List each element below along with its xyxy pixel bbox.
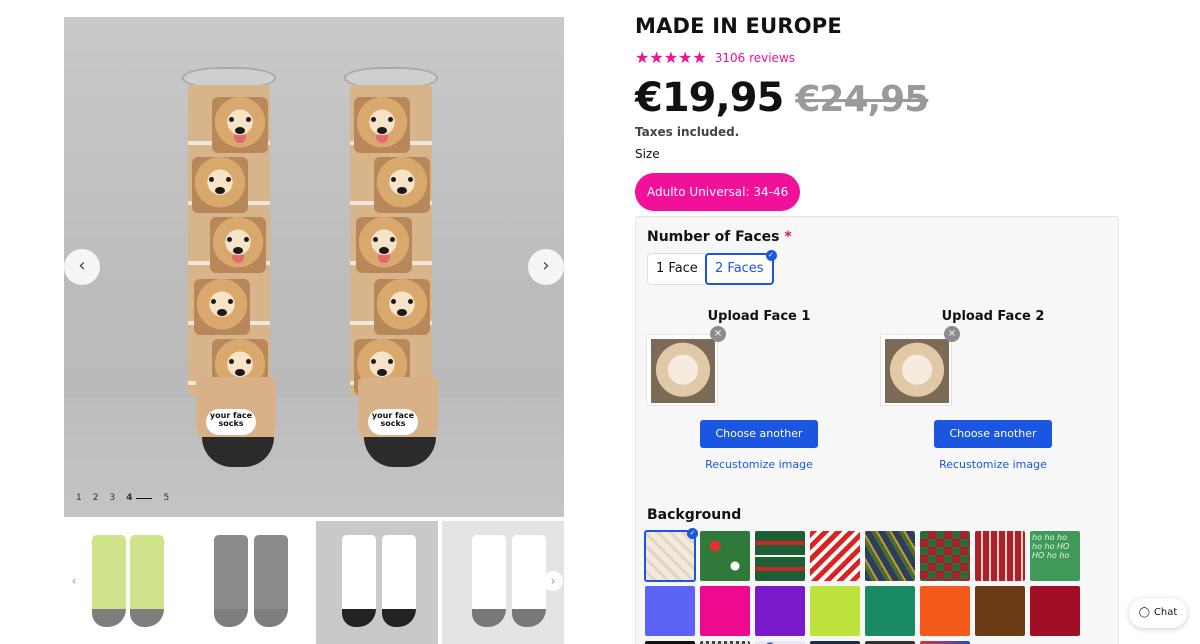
dog-face [192,157,248,213]
dog-face [374,279,430,335]
swatch-red-chevron[interactable] [810,531,860,581]
swatch-purple[interactable] [755,586,805,636]
swatch-orange[interactable] [920,586,970,636]
product-main-image: your face socks your face socks [64,17,564,517]
remove-icon[interactable]: × [944,326,960,342]
price-row: €19,95 €24,95 [635,75,1119,121]
upload-face-1: Upload Face 1 × Choose another image Rec… [646,309,872,471]
gallery-page-3[interactable]: 3 [109,493,115,503]
choose-another-image-button-2[interactable]: Choose another image [934,420,1052,468]
dog-face [212,97,268,153]
thumbnail-3[interactable] [316,521,438,644]
taxes-note: Taxes included. [635,125,740,139]
customizer-panel: Number of Faces * 1 Face 2 Faces ✓ Uploa… [635,216,1119,644]
swatch-pink[interactable] [700,586,750,636]
size-label: Size [635,147,660,161]
choose-another-image-button-1[interactable]: Choose another image [700,420,818,468]
gallery-page-4-active[interactable]: 4 [126,493,153,503]
gallery-next-button[interactable]: › [528,249,564,285]
swatch-christmas-cookies-selected[interactable]: ✓ [644,528,698,582]
swatch-hoho[interactable]: ho ho ho ho ho HO HO ho ho [1030,531,1080,581]
swatch-blue[interactable] [645,586,695,636]
faces-option-2-selected[interactable]: 2 Faces ✓ [705,250,777,285]
dog-face [356,217,412,273]
swatch-brown[interactable] [975,586,1025,636]
size-option-selected[interactable]: Adulto Universal: 34-46 [635,173,801,211]
dog-face [194,279,250,335]
star-rating-icon: ★★★★★ [635,48,707,67]
background-swatches: ✓ ho ho ho ho ho HO HO ho ho [644,528,1085,636]
swatch-christmas-sweater[interactable] [755,531,805,581]
reviews-link[interactable]: 3106 reviews [715,51,795,65]
check-icon: ✓ [765,250,777,261]
product-title: MADE IN EUROPE [635,14,842,38]
gallery-page-1[interactable]: 1 [76,493,82,503]
dog-face [354,97,410,153]
swatch-argyle[interactable] [920,531,970,581]
sock-left: your face socks [182,67,290,487]
check-icon: ✓ [687,528,698,539]
sock-right: your face socks [344,67,452,487]
recustomize-image-link-2[interactable]: Recustomize image [880,458,1106,471]
swatch-dark-red[interactable] [1030,586,1080,636]
upload-face-1-title: Upload Face 1 [707,309,811,324]
product-page: your face socks your face socks ‹ › 1 2 … [0,0,1200,644]
sale-price: €19,95 [635,75,784,121]
thumbnail-prev-button[interactable]: ‹ [64,571,84,591]
upload-face-2-preview: × [880,326,960,406]
dog-face [210,217,266,273]
swatch-green[interactable] [865,586,915,636]
dog-photo [651,339,715,403]
compare-at-price: €24,95 [795,79,929,120]
swatch-green-santa[interactable] [700,531,750,581]
sock-logo: your face socks [206,409,256,435]
sock-logo: your face socks [368,409,418,435]
upload-face-1-preview: × [646,326,726,406]
thumbnail-next-button[interactable]: › [543,571,563,591]
dog-face [374,157,430,213]
upload-face-2-title: Upload Face 2 [941,309,1045,324]
faces-option-1[interactable]: 1 Face [647,253,707,285]
rating-row: ★★★★★ 3106 reviews [635,48,1119,67]
gallery-prev-button[interactable]: ‹ [64,249,100,285]
upload-face-2: Upload Face 2 × Choose another image Rec… [880,309,1106,471]
background-label: Background [647,507,742,523]
faces-label: Number of Faces * [647,229,792,245]
gallery-pagination: 1 2 3 4 5 [76,493,169,503]
remove-icon[interactable]: × [710,326,726,342]
required-mark: * [784,229,792,245]
gallery-page-2[interactable]: 2 [93,493,99,503]
gallery-page-5[interactable]: 5 [163,493,169,503]
thumbnail-strip [64,521,564,644]
product-info: MADE IN EUROPE ★★★★★ 3106 reviews €19,95… [635,14,1119,211]
chat-bubble-icon: ◯ [1138,607,1150,618]
dog-photo [885,339,949,403]
chat-button[interactable]: ◯ Chat [1129,598,1187,628]
swatch-fair-isle[interactable] [975,531,1025,581]
swatch-leaves[interactable] [865,531,915,581]
swatch-lime[interactable] [810,586,860,636]
active-page-indicator [136,497,153,499]
thumbnail-2[interactable] [190,521,312,644]
recustomize-image-link-1[interactable]: Recustomize image [646,458,872,471]
